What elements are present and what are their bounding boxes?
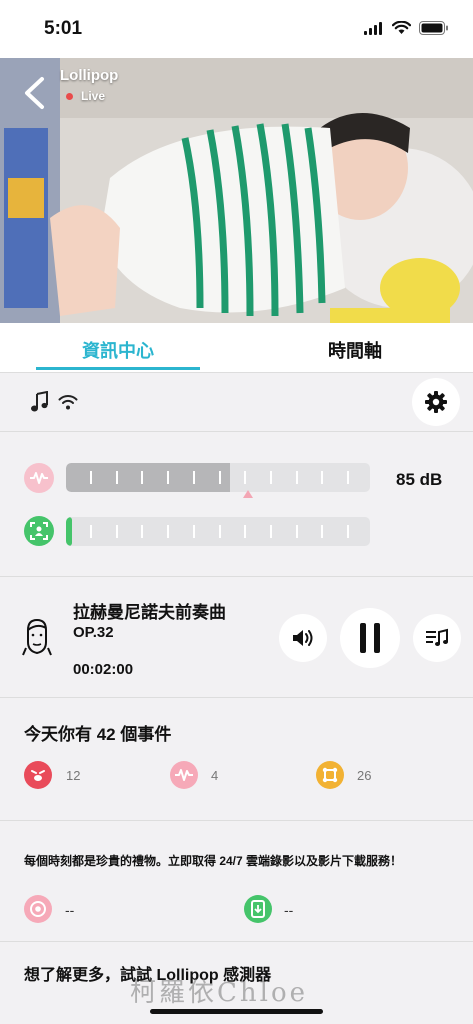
meter-tick [167,525,170,538]
live-status: Live [81,89,106,103]
cloud-record-icon [30,901,46,917]
meter-tick [244,471,247,484]
meter-tick [269,471,272,484]
meter-tick [90,471,92,484]
meter-tick [295,471,298,484]
cry-event-count: 12 [66,768,81,783]
sound-wave-icon [30,472,48,484]
sensor-meters: 85 dB [0,433,473,577]
meter-tick [347,471,349,484]
video-download-value: -- [284,902,294,918]
meter-tick [269,525,272,538]
watermark-text: 柯羅依Chloe [130,978,308,1008]
meter-tick [167,471,170,484]
events-title: 今天你有 42 個事件 [24,725,172,744]
cellular-signal-icon [364,21,382,35]
pause-button[interactable] [340,608,400,668]
sound-level-meter [66,463,370,492]
back-button[interactable] [20,75,50,111]
volume-icon [293,630,313,646]
wifi-icon [58,395,78,410]
meter-tick [321,525,324,538]
motion-meter-ticks [66,517,370,546]
cloud-record-value: -- [65,902,75,918]
volume-button[interactable] [279,614,327,662]
motion-level-meter [66,517,370,546]
motion-detect-icon [322,767,338,783]
home-indicator[interactable] [150,1009,323,1014]
meter-tick [218,471,221,484]
status-icon-row [0,374,473,432]
chevron-left-icon [25,77,44,109]
sound-level-value: 85 dB [396,470,443,489]
cloud-record-badge [24,895,52,923]
meter-tick [218,525,221,538]
settings-button[interactable] [412,378,460,426]
meter-tick [192,471,195,484]
meter-tick [90,525,92,538]
promo-text: 每個時刻都是珍貴的禮物。立即取得 24/7 雲端錄影以及影片下載服務！ [24,854,403,868]
tab-bar: 資訊中心 時間軸 [0,323,473,373]
playlist-icon [426,628,448,646]
meter-tick [321,471,324,484]
video-download-icon [251,900,265,918]
camera-name: Lollipop [60,67,119,84]
motion-meter-icon-badge [24,516,54,546]
live-dot-icon [66,93,73,100]
lullaby-player: 拉赫曼尼諾夫前奏曲 OP.32 00:02:00 [0,578,473,698]
status-time: 5:01 [44,18,83,39]
sound-event-badge [170,761,198,789]
meter-tick [115,471,118,484]
status-bar: 5:01 [0,0,473,58]
crying-face-icon [31,770,45,781]
song-title: 拉赫曼尼諾夫前奏曲 [73,603,226,622]
song-timer: 00:02:00 [73,661,134,678]
composer-portrait-icon [22,618,52,656]
meter-tick [141,525,144,538]
status-icons [364,21,449,35]
meter-tick [244,525,247,538]
meter-tick [141,471,144,484]
pause-icon [360,623,380,653]
video-download-badge [244,895,272,923]
active-tab-indicator [36,367,200,370]
meter-tick [192,525,195,538]
sound-wave-icon [175,769,193,781]
meter-tick [347,525,349,538]
sound-event-count: 4 [211,768,219,783]
sound-threshold-marker [243,490,253,498]
meter-tick [295,525,298,538]
motion-detect-icon [30,522,48,540]
cry-event-badge [24,761,52,789]
tab-timeline[interactable]: 時間軸 [255,337,455,363]
event-summary[interactable]: 今天你有 42 個事件 12 4 26 [0,699,473,821]
playlist-button[interactable] [413,614,461,662]
cloud-service-promo[interactable]: 每個時刻都是珍貴的禮物。立即取得 24/7 雲端錄影以及影片下載服務！ -- -… [0,822,473,942]
music-note-icon [31,391,48,412]
song-opus: OP.32 [73,624,114,641]
meter-tick [115,525,118,538]
sound-meter-icon-badge [24,463,54,493]
battery-icon [419,21,448,35]
gear-icon [425,391,447,413]
motion-event-count: 26 [357,768,372,783]
sound-meter-ticks [66,463,370,492]
wifi-status-icon [392,21,411,34]
tab-info-center[interactable]: 資訊中心 [18,337,218,363]
motion-event-badge [316,761,344,789]
